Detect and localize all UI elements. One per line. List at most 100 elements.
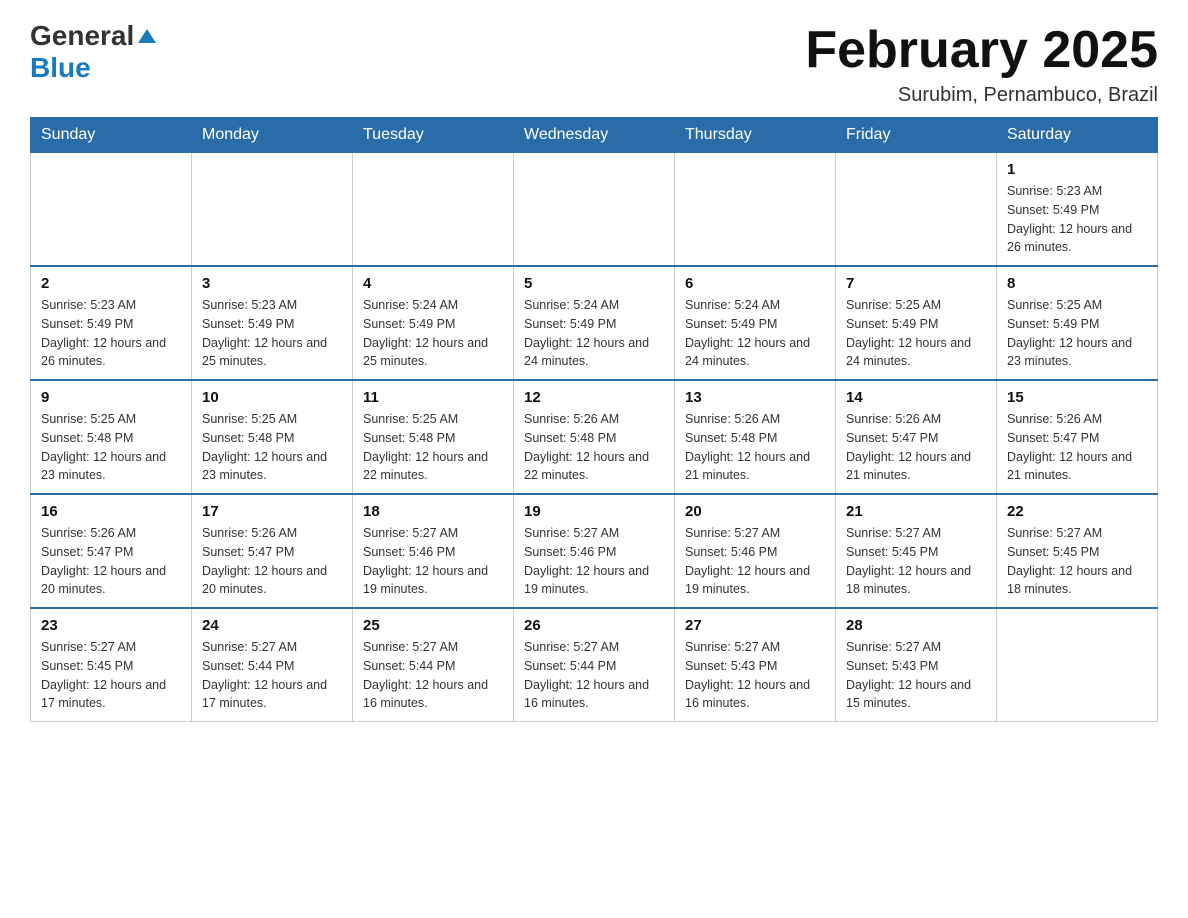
- title-area: February 2025 Surubim, Pernambuco, Brazi…: [805, 20, 1158, 107]
- header-tuesday: Tuesday: [353, 118, 514, 153]
- day-number: 1: [1007, 161, 1147, 178]
- header-thursday: Thursday: [675, 118, 836, 153]
- day-info: Sunrise: 5:26 AMSunset: 5:47 PMDaylight:…: [41, 524, 181, 599]
- header-sunday: Sunday: [31, 118, 192, 153]
- table-row: 15 Sunrise: 5:26 AMSunset: 5:47 PMDayligh…: [997, 380, 1158, 494]
- day-info: Sunrise: 5:27 AMSunset: 5:44 PMDaylight:…: [363, 638, 503, 713]
- day-number: 23: [41, 617, 181, 634]
- table-row: 18Sunrise: 5:27 AMSunset: 5:46 PMDayligh…: [353, 494, 514, 608]
- table-row: 7 Sunrise: 5:25 AMSunset: 5:49 PMDaylight…: [836, 266, 997, 380]
- table-row: 25 Sunrise: 5:27 AMSunset: 5:44 PMDayligh…: [353, 608, 514, 722]
- day-info: Sunrise: 5:23 AMSunset: 5:49 PMDaylight:…: [202, 296, 342, 371]
- day-info: Sunrise: 5:26 AMSunset: 5:48 PMDaylight:…: [685, 410, 825, 485]
- calendar-week-row: 1 Sunrise: 5:23 AMSunset: 5:49 PMDaylight…: [31, 153, 1158, 267]
- weekday-header-row: Sunday Monday Tuesday Wednesday Thursday…: [31, 118, 1158, 153]
- day-number: 14: [846, 389, 986, 406]
- day-number: 21: [846, 503, 986, 520]
- table-row: 26Sunrise: 5:27 AMSunset: 5:44 PMDayligh…: [514, 608, 675, 722]
- table-row: 8 Sunrise: 5:25 AMSunset: 5:49 PMDaylight…: [997, 266, 1158, 380]
- day-number: 19: [524, 503, 664, 520]
- day-info: Sunrise: 5:27 AMSunset: 5:44 PMDaylight:…: [202, 638, 342, 713]
- day-info: Sunrise: 5:27 AMSunset: 5:45 PMDaylight:…: [846, 524, 986, 599]
- day-number: 25: [363, 617, 503, 634]
- header-monday: Monday: [192, 118, 353, 153]
- day-number: 16: [41, 503, 181, 520]
- day-info: Sunrise: 5:27 AMSunset: 5:46 PMDaylight:…: [685, 524, 825, 599]
- table-row: 11Sunrise: 5:25 AMSunset: 5:48 PMDayligh…: [353, 380, 514, 494]
- day-info: Sunrise: 5:25 AMSunset: 5:48 PMDaylight:…: [202, 410, 342, 485]
- month-title: February 2025: [805, 20, 1158, 80]
- table-row: [997, 608, 1158, 722]
- table-row: 10 Sunrise: 5:25 AMSunset: 5:48 PMDayligh…: [192, 380, 353, 494]
- day-number: 10: [202, 389, 342, 406]
- day-info: Sunrise: 5:24 AMSunset: 5:49 PMDaylight:…: [685, 296, 825, 371]
- table-row: 19 Sunrise: 5:27 AMSunset: 5:46 PMDayligh…: [514, 494, 675, 608]
- day-info: Sunrise: 5:27 AMSunset: 5:45 PMDaylight:…: [1007, 524, 1147, 599]
- day-number: 3: [202, 275, 342, 292]
- table-row: 13 Sunrise: 5:26 AMSunset: 5:48 PMDayligh…: [675, 380, 836, 494]
- day-number: 9: [41, 389, 181, 406]
- table-row: 21 Sunrise: 5:27 AMSunset: 5:45 PMDayligh…: [836, 494, 997, 608]
- header-wednesday: Wednesday: [514, 118, 675, 153]
- day-number: 15: [1007, 389, 1147, 406]
- page-header: General Blue February 2025 Surubim, Pern…: [30, 20, 1158, 107]
- day-number: 4: [363, 275, 503, 292]
- calendar-week-row: 23 Sunrise: 5:27 AMSunset: 5:45 PMDayligh…: [31, 608, 1158, 722]
- day-info: Sunrise: 5:26 AMSunset: 5:47 PMDaylight:…: [846, 410, 986, 485]
- table-row: 1 Sunrise: 5:23 AMSunset: 5:49 PMDaylight…: [997, 153, 1158, 267]
- table-row: 20Sunrise: 5:27 AMSunset: 5:46 PMDayligh…: [675, 494, 836, 608]
- header-saturday: Saturday: [997, 118, 1158, 153]
- day-info: Sunrise: 5:27 AMSunset: 5:44 PMDaylight:…: [524, 638, 664, 713]
- day-number: 11: [363, 389, 503, 406]
- logo: General Blue: [30, 20, 156, 84]
- day-info: Sunrise: 5:25 AMSunset: 5:49 PMDaylight:…: [846, 296, 986, 371]
- table-row: 22 Sunrise: 5:27 AMSunset: 5:45 PMDayligh…: [997, 494, 1158, 608]
- table-row: [353, 153, 514, 267]
- table-row: 5 Sunrise: 5:24 AMSunset: 5:49 PMDaylight…: [514, 266, 675, 380]
- day-number: 5: [524, 275, 664, 292]
- table-row: 23 Sunrise: 5:27 AMSunset: 5:45 PMDayligh…: [31, 608, 192, 722]
- day-info: Sunrise: 5:24 AMSunset: 5:49 PMDaylight:…: [363, 296, 503, 371]
- table-row: [675, 153, 836, 267]
- logo-triangle-icon: [138, 27, 156, 50]
- table-row: [31, 153, 192, 267]
- day-number: 17: [202, 503, 342, 520]
- day-number: 12: [524, 389, 664, 406]
- table-row: 17Sunrise: 5:26 AMSunset: 5:47 PMDayligh…: [192, 494, 353, 608]
- day-number: 18: [363, 503, 503, 520]
- day-info: Sunrise: 5:25 AMSunset: 5:49 PMDaylight:…: [1007, 296, 1147, 371]
- day-info: Sunrise: 5:24 AMSunset: 5:49 PMDaylight:…: [524, 296, 664, 371]
- table-row: 12Sunrise: 5:26 AMSunset: 5:48 PMDayligh…: [514, 380, 675, 494]
- calendar-table: Sunday Monday Tuesday Wednesday Thursday…: [30, 117, 1158, 722]
- table-row: 3 Sunrise: 5:23 AMSunset: 5:49 PMDaylight…: [192, 266, 353, 380]
- day-info: Sunrise: 5:27 AMSunset: 5:43 PMDaylight:…: [846, 638, 986, 713]
- day-number: 7: [846, 275, 986, 292]
- day-info: Sunrise: 5:27 AMSunset: 5:46 PMDaylight:…: [524, 524, 664, 599]
- day-number: 24: [202, 617, 342, 634]
- day-info: Sunrise: 5:23 AMSunset: 5:49 PMDaylight:…: [41, 296, 181, 371]
- day-number: 8: [1007, 275, 1147, 292]
- day-number: 6: [685, 275, 825, 292]
- table-row: 16 Sunrise: 5:26 AMSunset: 5:47 PMDayligh…: [31, 494, 192, 608]
- day-number: 22: [1007, 503, 1147, 520]
- location-subtitle: Surubim, Pernambuco, Brazil: [805, 84, 1158, 107]
- table-row: [514, 153, 675, 267]
- table-row: 6 Sunrise: 5:24 AMSunset: 5:49 PMDaylight…: [675, 266, 836, 380]
- table-row: 27Sunrise: 5:27 AMSunset: 5:43 PMDayligh…: [675, 608, 836, 722]
- table-row: 24 Sunrise: 5:27 AMSunset: 5:44 PMDayligh…: [192, 608, 353, 722]
- day-info: Sunrise: 5:27 AMSunset: 5:43 PMDaylight:…: [685, 638, 825, 713]
- calendar-week-row: 9 Sunrise: 5:25 AMSunset: 5:48 PMDaylight…: [31, 380, 1158, 494]
- table-row: 9 Sunrise: 5:25 AMSunset: 5:48 PMDaylight…: [31, 380, 192, 494]
- table-row: 14 Sunrise: 5:26 AMSunset: 5:47 PMDayligh…: [836, 380, 997, 494]
- day-info: Sunrise: 5:27 AMSunset: 5:45 PMDaylight:…: [41, 638, 181, 713]
- day-info: Sunrise: 5:26 AMSunset: 5:47 PMDaylight:…: [1007, 410, 1147, 485]
- day-number: 28: [846, 617, 986, 634]
- calendar-week-row: 2 Sunrise: 5:23 AMSunset: 5:49 PMDaylight…: [31, 266, 1158, 380]
- day-info: Sunrise: 5:25 AMSunset: 5:48 PMDaylight:…: [41, 410, 181, 485]
- table-row: [836, 153, 997, 267]
- day-number: 13: [685, 389, 825, 406]
- table-row: [192, 153, 353, 267]
- day-info: Sunrise: 5:23 AMSunset: 5:49 PMDaylight:…: [1007, 182, 1147, 257]
- calendar-week-row: 16 Sunrise: 5:26 AMSunset: 5:47 PMDayligh…: [31, 494, 1158, 608]
- day-number: 2: [41, 275, 181, 292]
